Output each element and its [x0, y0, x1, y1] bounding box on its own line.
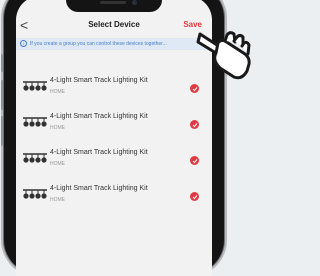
- info-text: If you create a group you can control th…: [30, 41, 167, 47]
- check-circle-icon[interactable]: [190, 156, 199, 165]
- device-list-item[interactable]: 4-Light Smart Track Lighting Kit HOME: [16, 70, 212, 106]
- track-light-icon: [23, 81, 47, 91]
- pointing-hand-icon: [196, 31, 251, 80]
- info-icon: i: [20, 40, 27, 48]
- device-room: HOME: [50, 89, 65, 95]
- check-circle-icon[interactable]: [190, 120, 199, 129]
- check-circle-icon[interactable]: [190, 192, 199, 201]
- navigation-bar: < Select Device Save: [16, 14, 212, 38]
- phone-side-button: [1, 54, 3, 72]
- device-name: 4-Light Smart Track Lighting Kit: [50, 113, 148, 120]
- device-list-item[interactable]: 4-Light Smart Track Lighting Kit HOME: [16, 178, 212, 214]
- phone-notch: [66, 0, 162, 12]
- camera-icon: [132, 0, 137, 5]
- device-room: HOME: [50, 161, 65, 167]
- phone-side-button: [1, 116, 3, 146]
- app-screen: < Select Device Save i If you create a gr…: [16, 0, 212, 276]
- phone-frame: < Select Device Save i If you create a gr…: [1, 0, 224, 276]
- device-room: HOME: [50, 125, 65, 131]
- track-light-icon: [23, 189, 47, 199]
- device-room: HOME: [50, 197, 65, 203]
- device-name: 4-Light Smart Track Lighting Kit: [50, 185, 148, 192]
- phone-side-button: [1, 80, 3, 110]
- device-name: 4-Light Smart Track Lighting Kit: [50, 149, 148, 156]
- track-light-icon: [23, 153, 47, 163]
- track-light-icon: [23, 117, 47, 127]
- check-circle-icon[interactable]: [190, 84, 199, 93]
- device-list-item[interactable]: 4-Light Smart Track Lighting Kit HOME: [16, 106, 212, 142]
- device-list-item[interactable]: 4-Light Smart Track Lighting Kit HOME: [16, 142, 212, 178]
- device-name: 4-Light Smart Track Lighting Kit: [50, 77, 148, 84]
- speaker-grille: [100, 1, 126, 4]
- info-banner: i If you create a group you can control t…: [16, 38, 212, 50]
